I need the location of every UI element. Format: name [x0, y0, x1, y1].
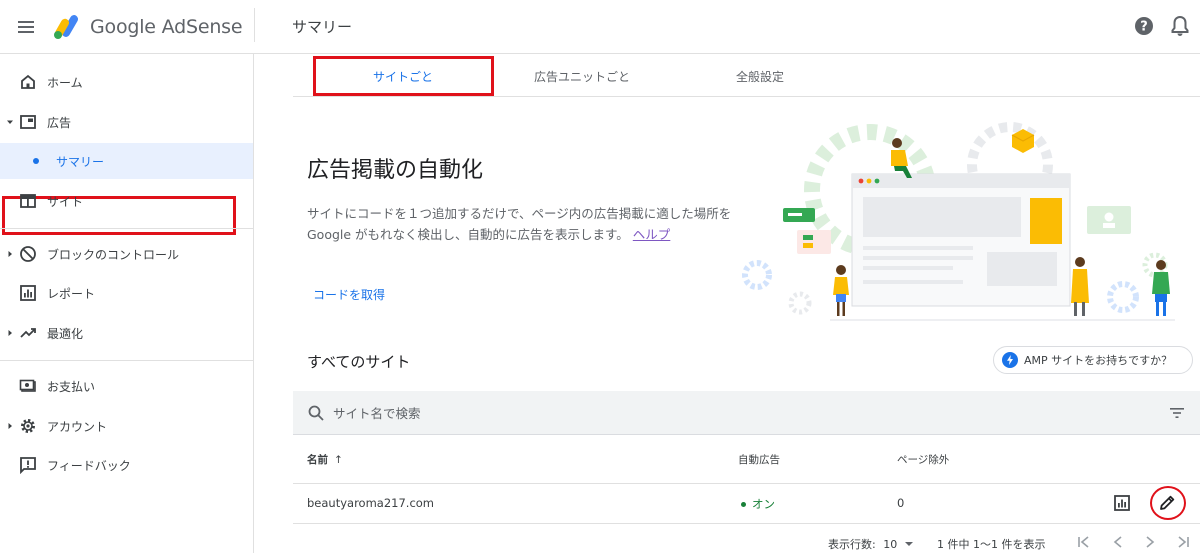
feedback-icon: [20, 457, 36, 474]
rows-per-page[interactable]: 表示行数: 10: [828, 536, 914, 552]
auto-ads-status-text: オン: [752, 497, 775, 511]
sidebar-item-label: ホーム: [47, 75, 83, 90]
sidebar-item-label: 広告: [47, 115, 72, 130]
table-divider: [293, 483, 1200, 484]
sites-icon: [20, 194, 36, 208]
pagination-range: 1 件中 1～1 件を表示: [937, 538, 1046, 551]
svg-text:?: ?: [1140, 20, 1148, 35]
header-divider: [254, 8, 255, 42]
site-search-bar: [293, 391, 1200, 435]
edit-pencil-icon[interactable]: [1158, 494, 1176, 512]
rows-per-page-value: 10: [883, 538, 898, 551]
sidebar-item-sites[interactable]: サイト: [0, 183, 253, 219]
gear-icon: [21, 419, 35, 433]
next-page-icon[interactable]: [1143, 534, 1157, 550]
report-icon: [20, 285, 36, 301]
sidebar: ホーム 広告 サマリー サイト ブロックのコントロール レポート 最適化 お支払…: [0, 54, 254, 553]
sidebar-item-summary[interactable]: サマリー: [0, 143, 253, 179]
column-header-auto-ads: 自動広告: [738, 454, 780, 466]
bell-icon[interactable]: [1170, 15, 1190, 37]
ads-icon: [20, 115, 36, 129]
sidebar-item-label: フィードバック: [47, 458, 131, 473]
site-search-input[interactable]: [333, 401, 933, 425]
tab-bar: サイトごと 広告ユニットごと 全般設定: [293, 54, 1200, 97]
dropdown-arrow-icon: [904, 542, 913, 546]
tab-general-settings[interactable]: 全般設定: [736, 68, 784, 85]
amp-bolt-icon: [1002, 352, 1018, 368]
auto-ads-title: 広告掲載の自動化: [307, 158, 484, 183]
auto-ads-illustration: [742, 122, 1175, 321]
table-divider: [293, 523, 1200, 524]
sidebar-item-account[interactable]: アカウント: [0, 408, 253, 444]
sort-arrow-icon: ↑: [334, 453, 343, 466]
last-page-icon[interactable]: [1176, 534, 1190, 550]
sidebar-item-block-controls[interactable]: ブロックのコントロール: [0, 236, 253, 272]
trending-up-icon: [20, 328, 36, 338]
adsense-logo[interactable]: Google AdSense: [54, 12, 243, 42]
sidebar-item-optimization[interactable]: 最適化: [0, 315, 253, 351]
sidebar-item-ads[interactable]: 広告: [0, 104, 253, 140]
sidebar-item-home[interactable]: ホーム: [0, 64, 253, 100]
status-dot: [741, 502, 746, 507]
auto-ads-description: サイトにコードを１つ追加するだけで、ページ内の広告掲載に適した場所を Googl…: [307, 203, 732, 245]
sidebar-divider: [0, 228, 253, 229]
sidebar-item-label: お支払い: [47, 379, 96, 394]
caret-right-icon: [8, 251, 12, 257]
adsense-app: Google AdSense サマリー ? ホーム 広告 サマリー サイト ブロ…: [0, 0, 1200, 553]
active-dot: [33, 158, 39, 164]
help-icon[interactable]: ?: [1134, 16, 1154, 36]
active-tab-indicator: [313, 93, 493, 96]
all-sites-heading: すべてのサイト: [307, 353, 411, 371]
top-bar: Google AdSense サマリー ?: [0, 0, 1200, 54]
help-link[interactable]: ヘルプ: [633, 227, 671, 242]
column-name-label: 名前: [307, 454, 328, 466]
sidebar-item-label: レポート: [47, 286, 96, 301]
payment-icon: [19, 379, 36, 392]
search-icon: [308, 405, 324, 421]
site-report-icon[interactable]: [1113, 494, 1131, 512]
rows-per-page-label: 表示行数:: [828, 538, 876, 551]
page-exclusions-cell: 0: [897, 496, 905, 510]
caret-down-icon: [7, 120, 13, 124]
adsense-logo-icon: [54, 15, 78, 39]
caret-right-icon: [8, 330, 12, 336]
amp-site-button[interactable]: AMP サイトをお持ちですか？: [993, 346, 1193, 374]
prev-page-icon[interactable]: [1111, 534, 1125, 550]
site-name-cell[interactable]: beautyaroma217.com: [307, 496, 434, 510]
filter-icon[interactable]: [1169, 405, 1185, 421]
caret-right-icon: [8, 423, 12, 429]
page-title: サマリー: [292, 18, 353, 36]
get-code-button[interactable]: コードを取得: [313, 286, 385, 303]
sidebar-item-label: 最適化: [47, 326, 84, 341]
sidebar-item-payments[interactable]: お支払い: [0, 368, 253, 404]
column-header-name[interactable]: 名前 ↑: [307, 452, 343, 467]
sidebar-item-reports[interactable]: レポート: [0, 275, 253, 311]
first-page-icon[interactable]: [1077, 534, 1091, 550]
sidebar-divider: [0, 360, 253, 361]
logo-text: Google AdSense: [90, 16, 243, 38]
sidebar-item-feedback[interactable]: フィードバック: [0, 447, 253, 483]
block-icon: [20, 246, 36, 262]
amp-button-label: AMP サイトをお持ちですか？: [1024, 354, 1173, 367]
sidebar-item-label: サイト: [47, 194, 84, 209]
menu-icon[interactable]: [14, 15, 38, 39]
home-icon: [21, 74, 35, 89]
tab-by-site[interactable]: サイトごと: [373, 68, 433, 85]
column-header-page-exclusions: ページ除外: [897, 454, 950, 466]
sidebar-item-label: アカウント: [47, 419, 108, 434]
sidebar-item-label: サマリー: [56, 154, 105, 169]
auto-ads-status-cell: オン: [741, 496, 775, 512]
tab-by-ad-unit[interactable]: 広告ユニットごと: [534, 68, 630, 85]
sidebar-item-label: ブロックのコントロール: [47, 247, 180, 262]
